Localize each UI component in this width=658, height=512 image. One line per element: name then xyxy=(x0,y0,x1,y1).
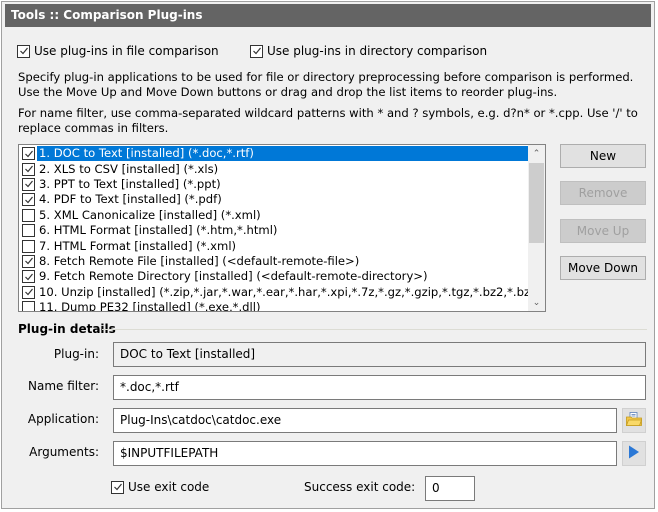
file-comparison-checkbox[interactable]: Use plug-ins in file comparison xyxy=(17,44,219,58)
plugin-list-item[interactable]: 4. PDF to Text [installed] (*.pdf) xyxy=(20,192,528,207)
panel-title: Tools :: Comparison Plug-ins xyxy=(5,4,651,27)
application-label: Application: xyxy=(27,412,99,426)
plugin-list-item[interactable]: 5. XML Canonicalize [installed] (*.xml) xyxy=(20,208,528,223)
plugin-list-item[interactable]: 2. XLS to CSV [installed] (*.xls) xyxy=(20,161,528,176)
plugin-list-item[interactable]: 1. DOC to Text [installed] (*.doc,*.rtf) xyxy=(20,146,528,162)
move-down-button[interactable]: Move Down xyxy=(560,256,646,280)
checkbox-checked-icon xyxy=(17,44,30,58)
plugin-list-item-label: 4. PDF to Text [installed] (*.pdf) xyxy=(39,192,222,207)
plugin-list-item-label: 10. Unzip [installed] (*.zip,*.jar,*.war… xyxy=(39,284,528,299)
arguments-menu-button[interactable] xyxy=(622,441,646,466)
remove-button[interactable]: Remove xyxy=(560,181,646,205)
plugin-list-item-label: 2. XLS to CSV [installed] (*.xls) xyxy=(39,161,219,176)
scroll-up-icon[interactable]: ⌃ xyxy=(528,145,545,162)
success-exit-code-input[interactable]: 0 xyxy=(425,476,475,501)
plugin-list-item-label: 7. HTML Format [installed] (*.xml) xyxy=(39,238,237,253)
application-input[interactable]: Plug-Ins\catdoc\catdoc.exe xyxy=(113,408,617,433)
new-button[interactable]: New xyxy=(560,144,646,168)
plugin-list-item[interactable]: 11. Dump PE32 [installed] (*.exe,*.dll) xyxy=(20,300,528,312)
plugin-label: Plug-in: xyxy=(53,347,99,361)
name-filter-label: Name filter: xyxy=(28,379,99,393)
checkbox-unchecked-icon[interactable] xyxy=(22,301,35,311)
plugin-list-item-label: 9. Fetch Remote Directory [installed] (<… xyxy=(39,269,428,284)
checkbox-checked-icon[interactable] xyxy=(22,193,35,207)
checkbox-checked-icon xyxy=(250,44,263,58)
folder-icon xyxy=(625,412,643,429)
checkbox-checked-icon[interactable] xyxy=(22,285,35,299)
success-exit-code-label: Success exit code: xyxy=(304,480,416,494)
plugin-list-item-label: 6. HTML Format [installed] (*.htm,*.html… xyxy=(39,223,278,238)
plugin-list-item-label: 11. Dump PE32 [installed] (*.exe,*.dll) xyxy=(39,300,261,312)
plugin-list-item[interactable]: 3. PPT to Text [installed] (*.ppt) xyxy=(20,177,528,192)
name-filter-hint: For name filter, use comma-separated wil… xyxy=(18,106,638,135)
move-up-button[interactable]: Move Up xyxy=(560,219,646,243)
checkbox-unchecked-icon[interactable] xyxy=(22,224,35,238)
checkbox-checked-icon[interactable] xyxy=(22,254,35,268)
play-arrow-icon xyxy=(628,445,640,462)
arguments-label: Arguments: xyxy=(29,445,99,459)
browse-application-button[interactable] xyxy=(622,408,646,433)
plugin-field: DOC to Text [installed] xyxy=(113,342,646,367)
checkbox-unchecked-icon[interactable] xyxy=(22,239,35,253)
checkbox-checked-icon[interactable] xyxy=(22,147,35,161)
plugin-list-item-label: 3. PPT to Text [installed] (*.ppt) xyxy=(39,176,221,191)
plugin-list-item[interactable]: 7. HTML Format [installed] (*.xml) xyxy=(20,238,528,253)
directory-comparison-checkbox[interactable]: Use plug-ins in directory comparison xyxy=(250,44,487,58)
use-exit-code-label: Use exit code xyxy=(128,480,210,494)
checkbox-checked-icon[interactable] xyxy=(22,177,35,191)
plugin-list-item-label: 8. Fetch Remote File [installed] (<defau… xyxy=(39,253,360,268)
plugins-panel: Tools :: Comparison Plug-ins Use plug-in… xyxy=(1,1,655,509)
group-divider xyxy=(102,329,647,330)
directory-comparison-label: Use plug-ins in directory comparison xyxy=(267,44,488,58)
plugin-list-item-label: 5. XML Canonicalize [installed] (*.xml) xyxy=(39,207,261,222)
name-filter-input[interactable]: *.doc,*.rtf xyxy=(113,375,646,400)
plugin-list-item[interactable]: 8. Fetch Remote File [installed] (<defau… xyxy=(20,254,528,269)
file-comparison-label: Use plug-ins in file comparison xyxy=(34,44,219,58)
arguments-input[interactable]: $INPUTFILEPATH xyxy=(113,441,617,466)
plugin-list-item-label: 1. DOC to Text [installed] (*.doc,*.rtf) xyxy=(37,146,528,162)
use-exit-code-checkbox[interactable]: Use exit code xyxy=(111,480,209,494)
scroll-thumb[interactable] xyxy=(529,163,544,243)
checkbox-unchecked-icon[interactable] xyxy=(22,208,35,222)
checkbox-checked-icon[interactable] xyxy=(22,270,35,284)
plugin-list-item[interactable]: 9. Fetch Remote Directory [installed] (<… xyxy=(20,269,528,284)
description-text: Specify plug-in applications to be used … xyxy=(18,70,634,99)
plugin-list-item[interactable]: 6. HTML Format [installed] (*.htm,*.html… xyxy=(20,223,528,238)
plugin-list-item[interactable]: 10. Unzip [installed] (*.zip,*.jar,*.war… xyxy=(20,285,528,300)
scroll-down-icon[interactable]: ⌄ xyxy=(528,294,545,311)
checkbox-checked-icon xyxy=(111,480,124,494)
checkbox-checked-icon[interactable] xyxy=(22,162,35,176)
list-scrollbar[interactable]: ⌃ ⌄ xyxy=(528,145,545,311)
plugin-list[interactable]: 1. DOC to Text [installed] (*.doc,*.rtf)… xyxy=(18,144,546,312)
